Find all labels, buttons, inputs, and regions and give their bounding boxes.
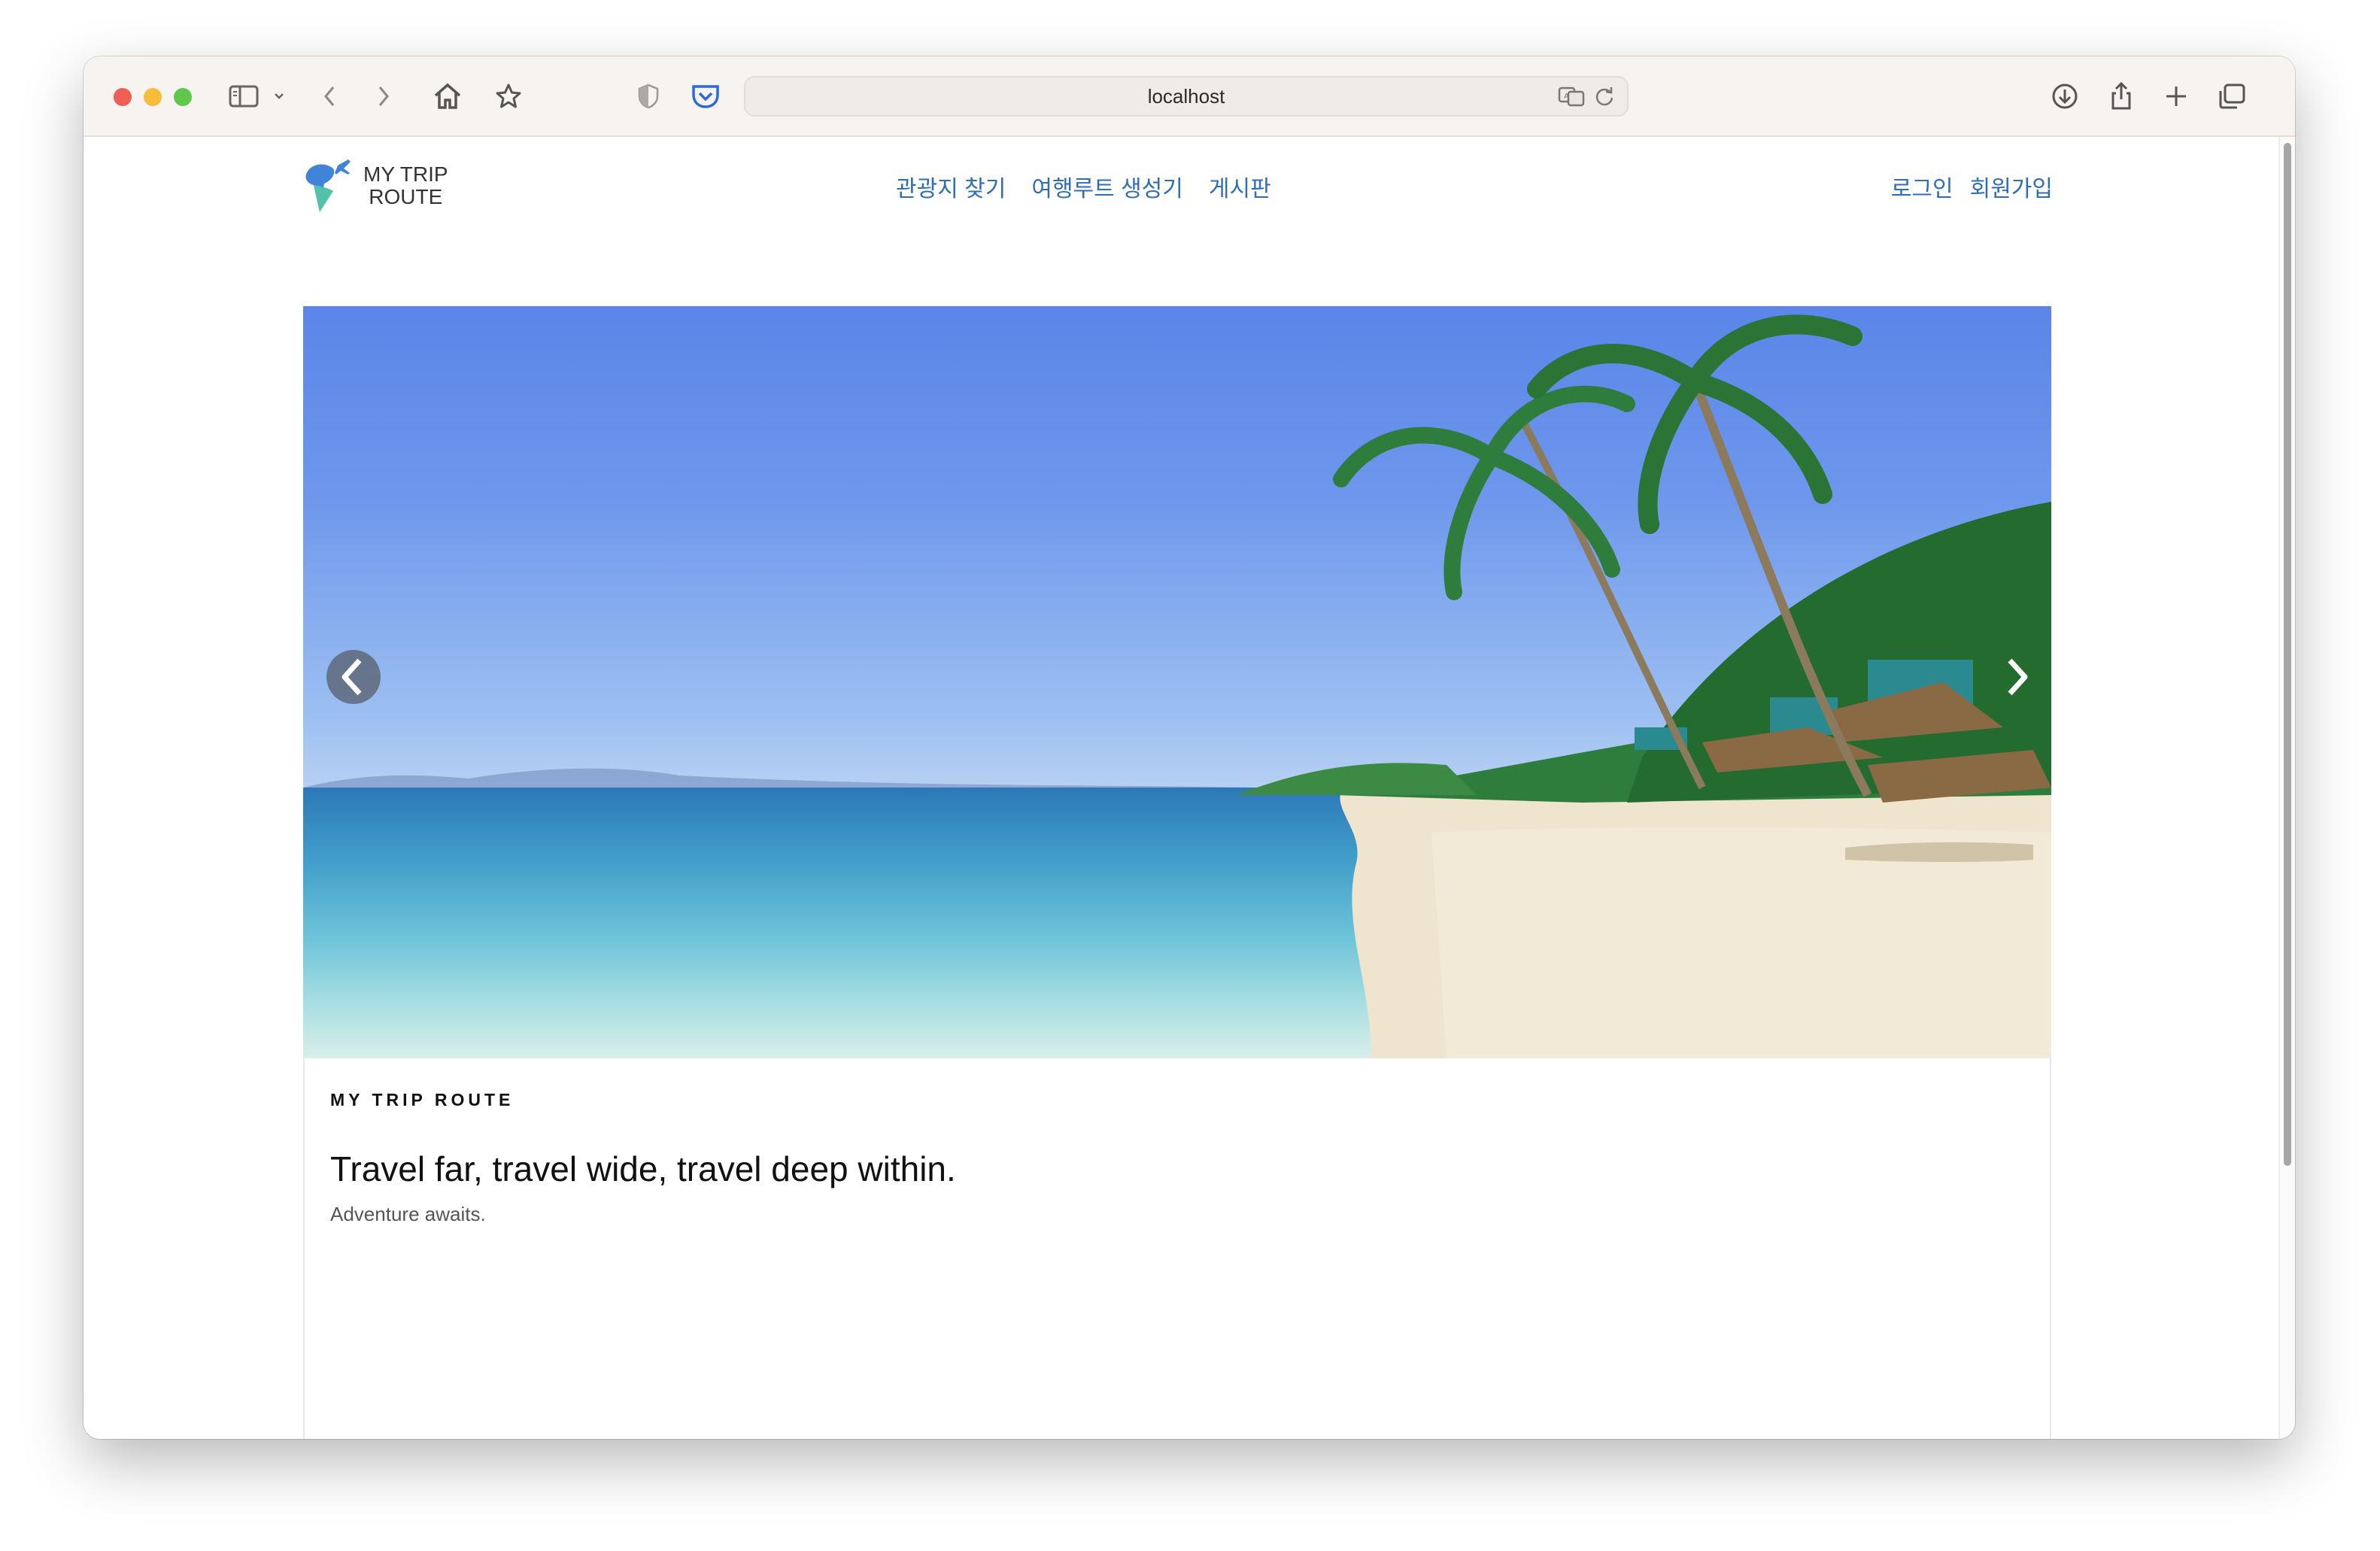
download-icon[interactable] [2050, 79, 2080, 114]
new-tab-icon[interactable] [2163, 79, 2190, 114]
login-link[interactable]: 로그인 [1891, 170, 1953, 203]
back-icon[interactable] [318, 79, 341, 114]
chevron-left-icon [326, 650, 381, 704]
logo-line-2: ROUTE [369, 185, 443, 208]
carousel-prev-button[interactable] [326, 649, 381, 705]
tabs-overview-icon[interactable] [2217, 79, 2247, 114]
translate-icon[interactable]: A [1558, 85, 1586, 111]
signup-link[interactable]: 회원가입 [1970, 170, 2053, 203]
bookmark-star-icon[interactable] [493, 79, 524, 114]
site-logo[interactable]: MY TRIP ROUTE [303, 158, 448, 214]
browser-toolbar: localhost A [83, 56, 2295, 137]
caption-headline: Travel far, travel wide, travel deep wit… [330, 1149, 956, 1188]
chevron-right-icon [2008, 658, 2028, 696]
nav-find-attractions[interactable]: 관광지 찾기 [896, 170, 1006, 203]
url-text: localhost [1147, 85, 1225, 108]
nav-route-generator[interactable]: 여행루트 생성기 [1031, 170, 1183, 203]
hero-caption-card: MY TRIP ROUTE Travel far, travel wide, t… [303, 1058, 2051, 1439]
logo-line-1: MY TRIP [363, 162, 448, 186]
privacy-shield-icon[interactable] [636, 79, 661, 114]
forward-icon[interactable] [372, 79, 395, 114]
carousel-next-button[interactable] [1990, 649, 2045, 705]
sidebar-icon[interactable] [226, 79, 261, 114]
reload-icon[interactable] [1594, 85, 1615, 111]
plane-pin-logo-icon [305, 159, 351, 212]
close-window-button[interactable] [114, 88, 132, 106]
main-nav: 관광지 찾기 여행루트 생성기 게시판 [896, 170, 1271, 203]
caption-subline: Adventure awaits. [330, 1203, 486, 1225]
browser-window: localhost A MY TRIP ROUTE 관광지 찾기 여행루트 생성… [83, 56, 2295, 1439]
nav-board[interactable]: 게시판 [1209, 170, 1271, 203]
chevron-down-icon[interactable] [272, 79, 287, 114]
scrollbar-thumb[interactable] [2284, 143, 2291, 1166]
address-bar[interactable]: localhost A [744, 76, 1629, 117]
home-icon[interactable] [431, 79, 464, 114]
beach-scene [1236, 314, 2051, 1058]
vertical-scrollbar[interactable] [2278, 137, 2295, 1439]
auth-links: 로그인 회원가입 [1891, 170, 2053, 203]
pocket-icon[interactable] [690, 79, 721, 114]
minimize-window-button[interactable] [144, 88, 162, 106]
hero-carousel [303, 306, 2051, 1058]
zoom-window-button[interactable] [174, 88, 192, 106]
caption-eyebrow: MY TRIP ROUTE [330, 1090, 515, 1109]
svg-text:A: A [1564, 93, 1569, 101]
page-content: MY TRIP ROUTE 관광지 찾기 여행루트 생성기 게시판 로그인 회원… [83, 137, 2280, 1439]
site-header: MY TRIP ROUTE 관광지 찾기 여행루트 생성기 게시판 로그인 회원… [83, 137, 2280, 250]
share-icon[interactable] [2107, 79, 2136, 114]
